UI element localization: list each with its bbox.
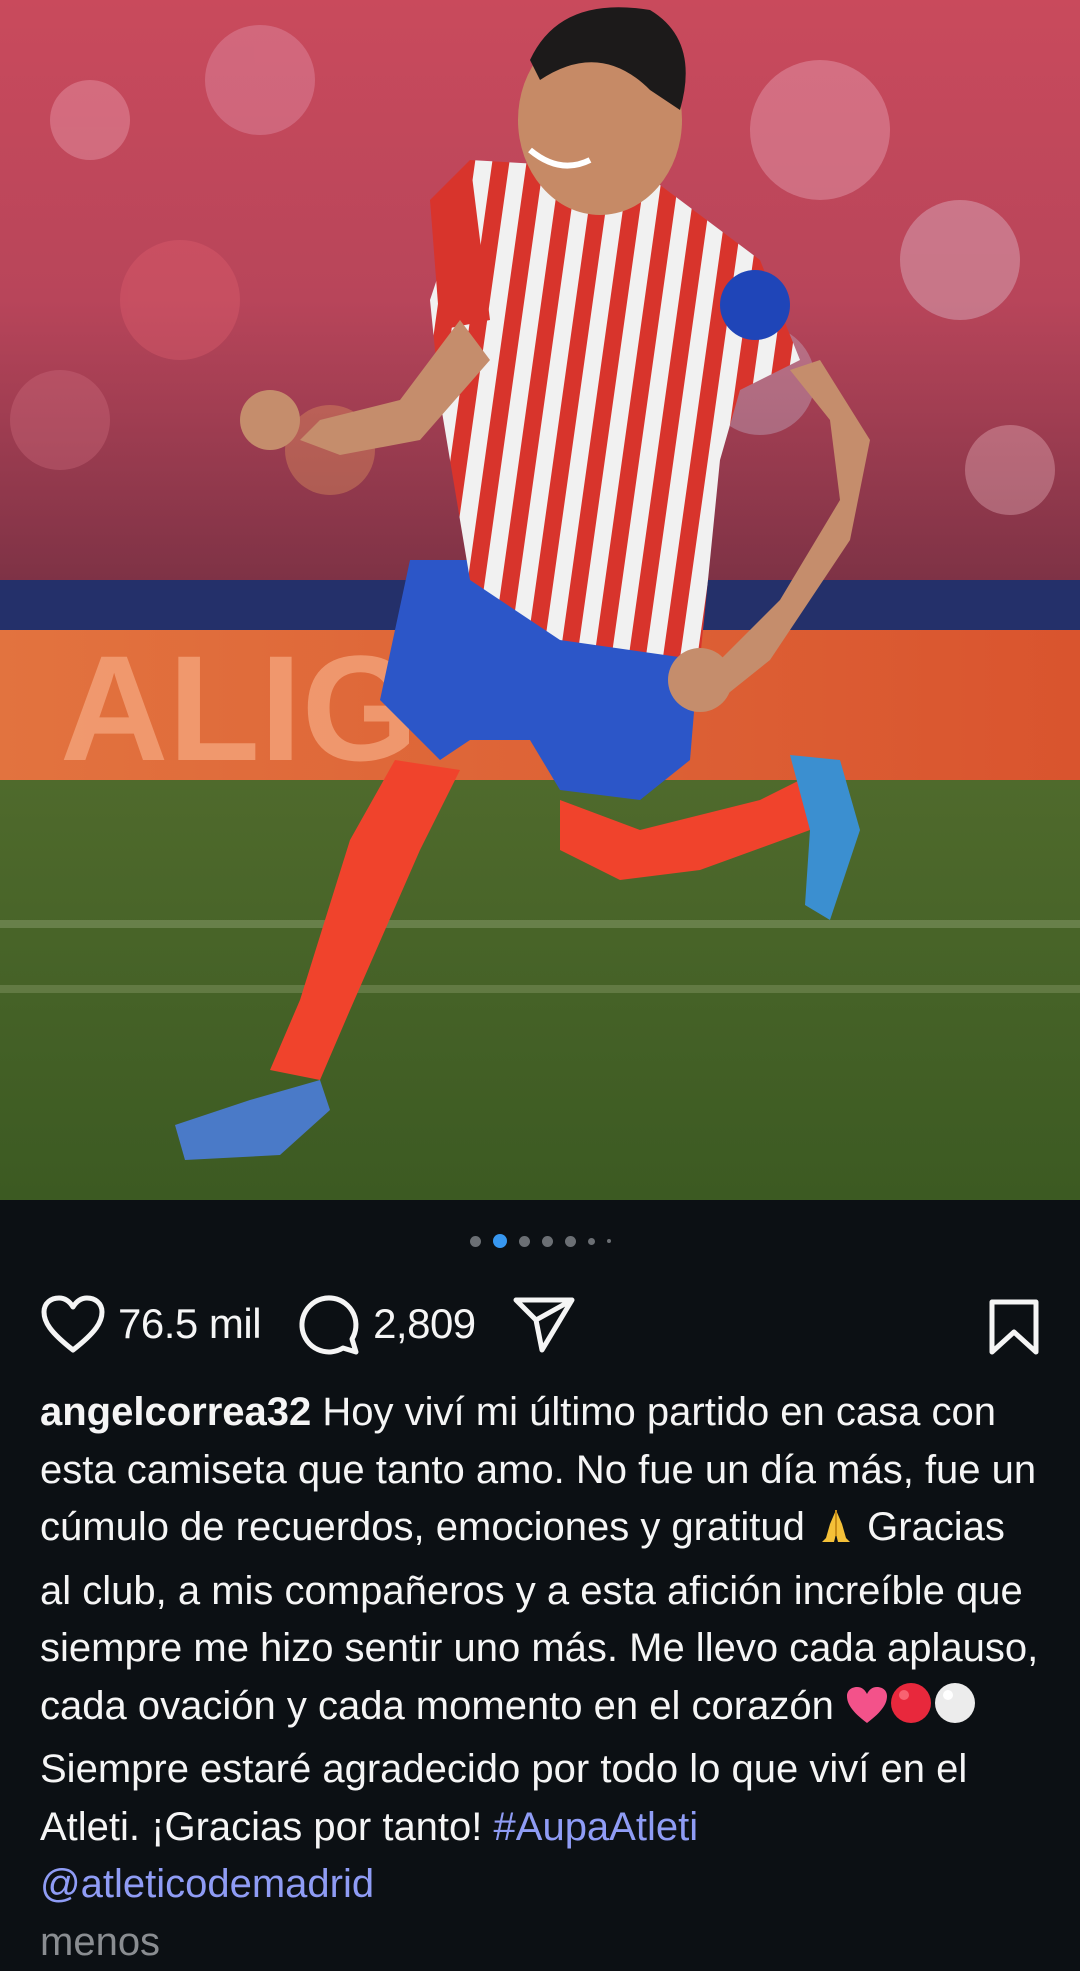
comment-count[interactable]: 2,809 xyxy=(373,1300,476,1348)
post-image[interactable]: ALIG xyxy=(0,0,1080,1200)
carousel-dot xyxy=(541,1235,553,1247)
bookmark-icon xyxy=(989,1299,1039,1355)
less-link[interactable]: menos xyxy=(40,1920,160,1964)
praying-hands-emoji xyxy=(816,1505,856,1563)
comment-icon xyxy=(299,1295,359,1355)
carousel-indicator xyxy=(0,1234,1080,1248)
carousel-dot xyxy=(587,1237,595,1245)
white-circle-emoji xyxy=(933,1681,977,1742)
hashtag-link[interactable]: #AupaAtleti xyxy=(494,1805,699,1849)
carousel-dot xyxy=(606,1239,611,1243)
send-icon xyxy=(513,1297,575,1353)
player-celebration-photo: ALIG xyxy=(0,0,1080,1200)
carousel-dot xyxy=(469,1235,481,1247)
share-button[interactable] xyxy=(512,1294,576,1354)
like-count[interactable]: 76.5 mil xyxy=(118,1300,262,1348)
carousel-dot xyxy=(518,1235,530,1247)
comment-button[interactable]: 2,809 xyxy=(297,1292,476,1356)
caption-username[interactable]: angelcorrea32 xyxy=(40,1390,311,1434)
post-caption: angelcorrea32 Hoy viví mi último partido… xyxy=(40,1384,1040,1971)
carousel-dot xyxy=(564,1235,576,1247)
mention-link[interactable]: @atleticodemadrid xyxy=(40,1862,374,1906)
post-action-bar: 76.5 mil 2,809 xyxy=(40,1288,1040,1360)
heart-icon xyxy=(41,1295,105,1353)
svg-text:ALIG: ALIG xyxy=(60,624,418,792)
pink-heart-emoji xyxy=(845,1684,889,1742)
save-button[interactable] xyxy=(988,1298,1040,1361)
carousel-dot-active xyxy=(492,1234,507,1248)
red-circle-emoji xyxy=(889,1681,933,1742)
like-button[interactable]: 76.5 mil xyxy=(40,1294,262,1354)
